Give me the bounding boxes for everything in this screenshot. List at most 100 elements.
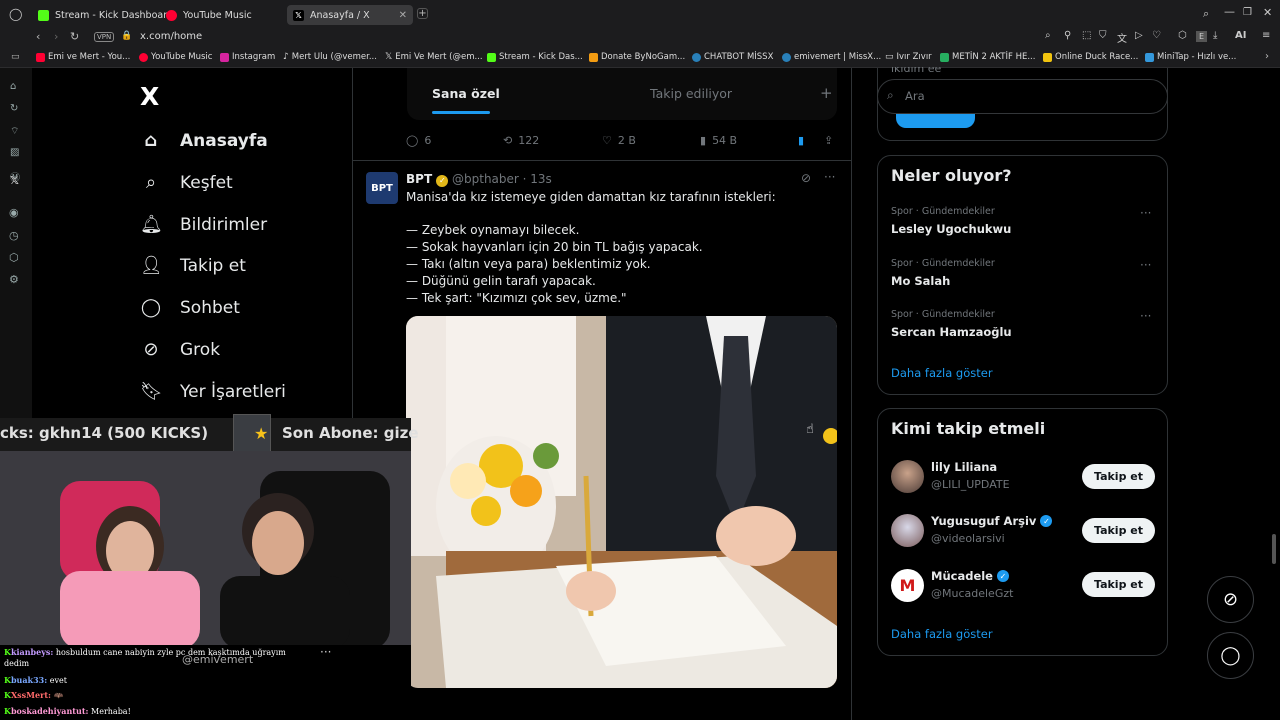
follow-button[interactable]: Takip et	[1082, 464, 1155, 489]
opera-logo-icon[interactable]: ◯	[9, 7, 22, 21]
sidebar-speeddial-icon[interactable]: ⌂	[10, 81, 16, 92]
sidebar-x-icon[interactable]: 𝕏	[10, 174, 19, 187]
top-card-button[interactable]	[896, 114, 975, 128]
nav-follow[interactable]: 👤︎ Takip et	[140, 255, 246, 276]
like-button[interactable]: ♡ 2 B	[602, 134, 636, 147]
suggested-user-name[interactable]: Mücadele ✓	[931, 569, 1009, 583]
shield-icon[interactable]: ⛉	[1099, 30, 1107, 41]
sidebar-aria-icon[interactable]: ↻	[10, 103, 18, 114]
bookmark-item[interactable]: Donate ByNoGam...	[589, 52, 685, 62]
add-feed-icon[interactable]: +	[820, 84, 833, 102]
url-field[interactable]: x.com/home	[140, 31, 202, 42]
tab-following[interactable]: Takip ediliyor	[650, 86, 732, 101]
follow-button[interactable]: Takip et	[1082, 518, 1155, 543]
nav-grok[interactable]: ⊘ Grok	[140, 339, 220, 360]
translate-icon[interactable]: 文	[1117, 30, 1127, 45]
pin-icon[interactable]: ⚲	[1064, 30, 1071, 41]
more-bookmarks-icon[interactable]: ›	[1265, 51, 1269, 62]
lock-icon[interactable]: 🔒	[121, 31, 132, 41]
bookmark-item[interactable]: Instagram	[220, 52, 275, 62]
views-button[interactable]: ▮ 54 B	[700, 134, 737, 147]
close-window-icon[interactable]: ✕	[1263, 6, 1272, 19]
bookmark-item[interactable]: CHATBOT MİSSX	[692, 52, 773, 62]
post-handle[interactable]: @bpthaber · 13s	[452, 172, 552, 186]
reply-button[interactable]: ◯ 6	[406, 134, 431, 147]
bookmark-item[interactable]: Online Duck Race...	[1043, 52, 1138, 62]
extensions-icon[interactable]: ⬡	[1178, 30, 1187, 41]
repost-button[interactable]: ⟲ 122	[503, 134, 539, 147]
zoom-icon[interactable]: ⌕	[1045, 30, 1051, 41]
profile-icon[interactable]: E	[1196, 31, 1207, 42]
new-tab-icon[interactable]: +	[417, 8, 428, 19]
sidebar-extensions-icon[interactable]: ⬡	[9, 251, 19, 264]
bookmark-item[interactable]: ▭ Ivır Zıvır	[885, 52, 932, 62]
more-options-icon[interactable]: ···	[1140, 206, 1151, 220]
menu-icon[interactable]: ≡	[1262, 30, 1270, 41]
avatar[interactable]: BPT	[366, 172, 398, 204]
search-tabs-icon[interactable]: ⌕	[1203, 7, 1209, 21]
who-show-more-link[interactable]: Daha fazla göster	[891, 627, 993, 641]
nav-explore[interactable]: ⌕ Keşfet	[140, 172, 233, 193]
follow-button[interactable]: Takip et	[1082, 572, 1155, 597]
x-logo-icon[interactable]: X	[140, 82, 159, 111]
bookmark-item[interactable]: 𝕏 Emi Ve Mert (@em...	[385, 52, 483, 62]
trends-title: Neler oluyor?	[891, 166, 1012, 185]
trends-show-more-link[interactable]: Daha fazla göster	[891, 366, 993, 380]
trend-item[interactable]: Mo Salah	[891, 274, 950, 288]
bookmark-item[interactable]: YouTube Music	[139, 52, 212, 62]
download-icon[interactable]: ⤓	[1213, 30, 1217, 41]
snapshot-icon[interactable]: ⬚	[1082, 30, 1091, 41]
trend-item[interactable]: Sercan Hamzaoğlu	[891, 325, 1012, 339]
more-options-icon[interactable]: ···	[1140, 258, 1151, 272]
post-author[interactable]: BPT ✓	[406, 172, 449, 187]
mucadele-logo-icon[interactable]: M	[891, 569, 924, 602]
sidebar-settings-icon[interactable]: ⚙	[9, 273, 19, 286]
nav-home[interactable]: ⌂ Anasayfa	[140, 130, 268, 151]
vpn-badge[interactable]: VPN	[94, 32, 115, 42]
tab-label: YouTube Music	[183, 9, 252, 21]
more-options-icon[interactable]: ···	[1140, 309, 1151, 323]
post-image[interactable]	[406, 316, 837, 688]
play-icon[interactable]: ▷	[1135, 30, 1143, 41]
avatar[interactable]	[891, 460, 924, 493]
sidebar-wallet-icon[interactable]: ▨	[10, 147, 19, 158]
avatar[interactable]	[891, 514, 924, 547]
bookmark-item[interactable]: ♪ Mert Ulu (@vemer...	[283, 52, 377, 62]
search-input[interactable]: Ara	[905, 89, 925, 103]
sidebar-mail-icon[interactable]: ⌔	[10, 125, 19, 138]
tab-youtube-music[interactable]: YouTube Music	[160, 5, 285, 25]
more-options-icon[interactable]: ···	[320, 645, 331, 659]
nav-chat[interactable]: ◯ Sohbet	[140, 297, 240, 318]
suggested-user-name[interactable]: lily Liliana	[931, 460, 997, 474]
sidebar-music-icon[interactable]: ◉	[9, 206, 19, 219]
minimize-icon[interactable]: —	[1224, 5, 1235, 18]
bookmark-icon[interactable]: ▮	[798, 134, 804, 147]
sidebar-history-icon[interactable]: ◷	[9, 229, 19, 242]
workspace-icon[interactable]: ▭	[11, 52, 20, 62]
bookmark-item[interactable]: METİN 2 AKTİF HE...	[940, 52, 1035, 62]
bookmark-item[interactable]: Emi ve Mert - You...	[36, 52, 130, 62]
forward-icon[interactable]: ›	[54, 30, 58, 43]
grok-explain-icon[interactable]: ⊘	[801, 171, 811, 185]
grok-float-button[interactable]: ⊘	[1207, 576, 1254, 623]
close-tab-icon[interactable]: ✕	[399, 10, 407, 21]
nav-bookmarks[interactable]: 🔖︎ Yer İşaretleri	[140, 381, 286, 402]
bookmark-item[interactable]: MiniTap - Hızlı ve...	[1145, 52, 1236, 62]
heart-icon[interactable]: ♡	[1152, 30, 1161, 41]
suggested-user-name[interactable]: Yugusuguf Arşiv ✓	[931, 514, 1053, 528]
bookmark-item[interactable]: emivemert | MissX...	[782, 52, 881, 62]
more-options-icon[interactable]: ···	[824, 170, 835, 184]
messages-float-button[interactable]: ◯	[1207, 632, 1254, 679]
ai-label[interactable]: AI	[1235, 30, 1246, 41]
trend-item[interactable]: Lesley Ugochukwu	[891, 222, 1011, 236]
scrollbar-thumb[interactable]	[1272, 534, 1276, 564]
reload-icon[interactable]: ↻	[70, 30, 79, 43]
share-icon[interactable]: ⇪	[824, 134, 833, 147]
maximize-icon[interactable]: ❐	[1243, 7, 1252, 18]
tab-for-you[interactable]: Sana özel	[432, 86, 500, 101]
tab-kick-dashboard[interactable]: Stream - Kick Dashboard	[32, 5, 173, 25]
nav-notifications[interactable]: 🔔︎ Bildirimler	[140, 214, 267, 235]
bookmark-item[interactable]: Stream - Kick Das...	[487, 52, 583, 62]
tab-x-home[interactable]: 𝕏 Anasayfa / X ✕	[287, 5, 413, 25]
back-icon[interactable]: ‹	[36, 30, 40, 43]
